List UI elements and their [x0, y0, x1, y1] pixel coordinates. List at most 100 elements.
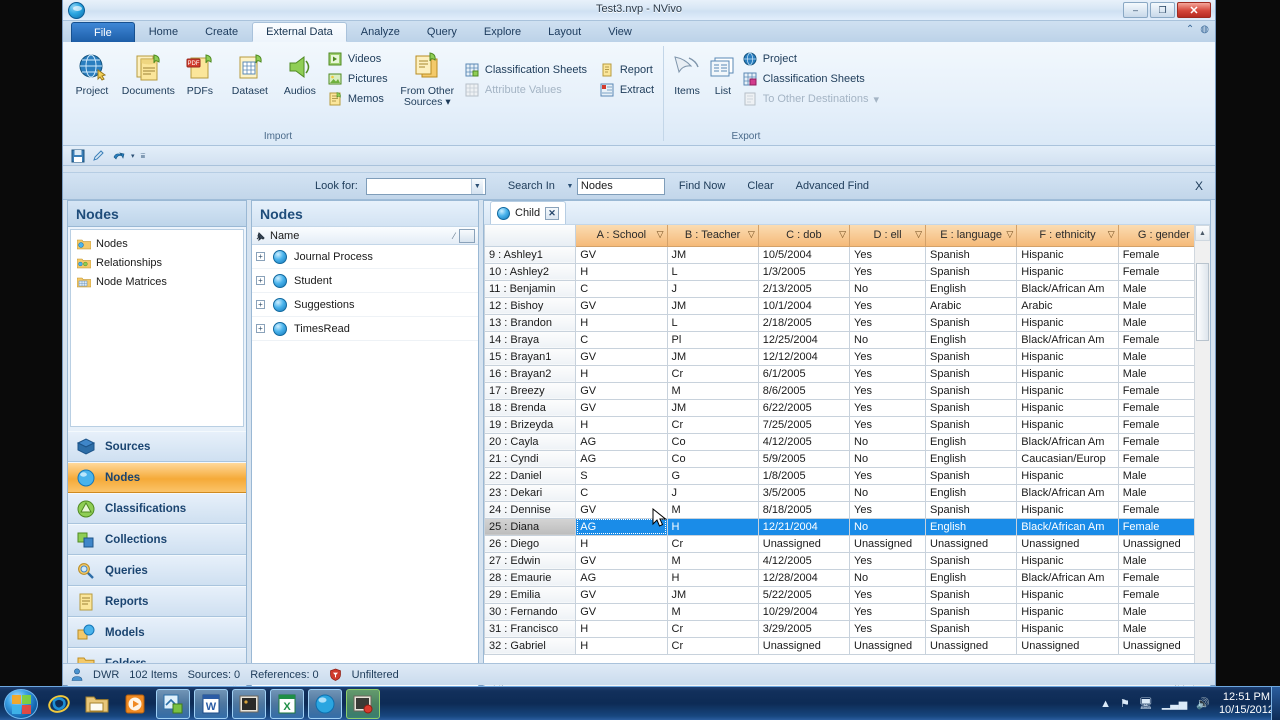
ribbon-tab-view[interactable]: View [595, 22, 645, 42]
table-cell[interactable]: Co [666, 449, 759, 468]
table-row[interactable]: 18 : Brenda GV JM 6/22/2005 Yes Spanish Hispan… [484, 398, 1210, 417]
table-cell[interactable]: English [925, 279, 1018, 298]
expand-icon[interactable]: + [256, 324, 265, 333]
column-header-f-ethnicity[interactable]: F : ethnicity ▽ [1016, 225, 1119, 247]
row-header-cell[interactable]: 29 : Emilia [484, 585, 577, 604]
table-cell[interactable]: AG [575, 449, 668, 468]
table-cell[interactable]: Spanish [925, 551, 1018, 570]
table-row[interactable]: 26 : Diego H Cr Unassigned Unassigned Unassig… [484, 534, 1210, 553]
table-cell[interactable]: Yes [848, 551, 927, 570]
table-cell[interactable]: Yes [848, 500, 927, 519]
table-cell[interactable]: No [848, 449, 927, 468]
advanced-find-button[interactable]: Advanced Find [796, 180, 869, 192]
table-cell[interactable]: S [575, 466, 668, 485]
row-header-cell[interactable]: 20 : Cayla [484, 432, 577, 451]
table-cell[interactable]: Spanish [925, 602, 1018, 621]
expand-icon[interactable]: + [256, 252, 265, 261]
network-tasks-icon[interactable]: 🖥 [1139, 697, 1153, 710]
photo-app-icon[interactable] [232, 688, 266, 719]
import-extract-button[interactable]: Extract [597, 81, 659, 99]
export-items-button[interactable]: Items [668, 47, 706, 97]
table-cell[interactable]: Yes [848, 415, 927, 434]
table-corner-header[interactable] [484, 225, 577, 247]
excel-icon[interactable]: X [270, 688, 304, 719]
minimize-ribbon-icon[interactable]: ⌃ [1186, 24, 1194, 35]
help-icon[interactable]: ◍ [1200, 24, 1209, 35]
table-cell[interactable]: L [666, 262, 759, 281]
tree-item-relationships[interactable]: Relationships [77, 253, 243, 272]
show-desktop-button[interactable] [1271, 687, 1280, 720]
table-cell[interactable]: Unassigned [848, 534, 927, 553]
column-header-e-language[interactable]: E : language ▽ [925, 225, 1018, 247]
column-filter-icon[interactable]: ▽ [748, 229, 755, 240]
table-row[interactable]: 21 : Cyndi AG Co 5/9/2005 No English Caucasian… [484, 449, 1210, 468]
list-item[interactable]: + TimesRead [252, 317, 478, 341]
table-cell[interactable]: GV [575, 398, 668, 417]
table-cell[interactable]: 12/12/2004 [757, 347, 851, 366]
table-cell[interactable]: GV [575, 296, 668, 315]
row-header-cell[interactable]: 15 : Brayan1 [484, 347, 577, 366]
table-cell[interactable]: Hispanic [1016, 262, 1119, 281]
table-cell[interactable]: H [666, 568, 759, 587]
look-for-dropdown-icon[interactable]: ▼ [470, 178, 483, 194]
table-cell[interactable]: J [666, 483, 759, 502]
table-cell[interactable]: Unassigned [925, 636, 1018, 655]
table-cell[interactable]: C [575, 279, 668, 298]
ribbon-tab-file[interactable]: File [71, 22, 135, 42]
vertical-scrollbar-thumb[interactable] [1196, 263, 1209, 341]
clear-button[interactable]: Clear [747, 180, 773, 192]
table-cell[interactable]: 12/28/2004 [757, 568, 851, 587]
column-filter-icon[interactable]: ▽ [915, 229, 922, 240]
table-cell[interactable]: Yes [848, 381, 927, 400]
nvivo-icon[interactable] [308, 688, 342, 719]
table-cell[interactable]: Black/African Am [1016, 568, 1119, 587]
row-header-cell[interactable]: 10 : Ashley2 [484, 262, 577, 281]
sidebar-item-reports[interactable]: Reports [68, 586, 246, 617]
table-cell[interactable]: Hispanic [1016, 602, 1119, 621]
table-cell[interactable]: Co [666, 432, 759, 451]
table-cell[interactable]: No [848, 432, 927, 451]
table-cell[interactable]: No [848, 330, 927, 349]
table-cell[interactable]: No [848, 279, 927, 298]
table-cell[interactable]: Spanish [925, 381, 1018, 400]
row-header-cell[interactable]: 13 : Brandon [484, 313, 577, 332]
snagit-icon[interactable] [156, 688, 190, 719]
table-cell[interactable]: English [925, 330, 1018, 349]
ribbon-tab-explore[interactable]: Explore [471, 22, 534, 42]
row-header-cell[interactable]: 23 : Dekari [484, 483, 577, 502]
tree-item-node-matrices[interactable]: Node Matrices [77, 272, 243, 291]
row-header-cell[interactable]: 19 : Brizeyda [484, 415, 577, 434]
network-signal-icon[interactable]: ▁▃▅ [1162, 697, 1187, 710]
table-cell[interactable]: Spanish [925, 398, 1018, 417]
table-cell[interactable]: J [666, 279, 759, 298]
table-cell[interactable]: 6/1/2005 [757, 364, 851, 383]
row-header-cell[interactable]: 27 : Edwin [484, 551, 577, 570]
table-cell[interactable]: Unassigned [757, 534, 851, 553]
sidebar-item-nodes[interactable]: Nodes [68, 462, 246, 493]
table-cell[interactable]: No [848, 517, 927, 536]
look-for-combo[interactable]: ▼ [365, 177, 486, 195]
table-row[interactable]: 9 : Ashley1 GV JM 10/5/2004 Yes Spanish Hispan… [484, 245, 1210, 264]
table-cell[interactable]: 6/22/2005 [757, 398, 851, 417]
table-cell[interactable]: English [925, 449, 1018, 468]
row-header-cell[interactable]: 12 : Bishoy [484, 296, 577, 315]
table-row[interactable]: 12 : Bishoy GV JM 10/1/2004 Yes Arabic Arabic M… [484, 296, 1210, 315]
table-cell[interactable]: Spanish [925, 262, 1018, 281]
table-cell[interactable]: C [575, 330, 668, 349]
table-cell[interactable]: Yes [848, 364, 927, 383]
import-documents-button[interactable]: Documents [122, 47, 175, 97]
table-row[interactable]: 23 : Dekari C J 3/5/2005 No English Black/Afri… [484, 483, 1210, 502]
table-cell[interactable]: M [666, 551, 759, 570]
table-cell[interactable]: M [666, 500, 759, 519]
table-cell[interactable]: H [575, 364, 668, 383]
table-cell[interactable]: 8/18/2005 [757, 500, 851, 519]
table-cell[interactable]: JM [666, 347, 759, 366]
undo-icon[interactable] [111, 149, 125, 163]
table-cell[interactable]: 3/5/2005 [757, 483, 851, 502]
row-header-cell[interactable]: 32 : Gabriel [484, 636, 577, 655]
table-cell[interactable]: Hispanic [1016, 551, 1119, 570]
table-row[interactable]: 25 : Diana AG H 12/21/2004 No English Black/Af… [484, 517, 1210, 536]
table-cell[interactable]: 10/5/2004 [757, 245, 851, 264]
table-cell[interactable]: Black/African Am [1016, 432, 1119, 451]
table-cell[interactable]: Yes [848, 313, 927, 332]
